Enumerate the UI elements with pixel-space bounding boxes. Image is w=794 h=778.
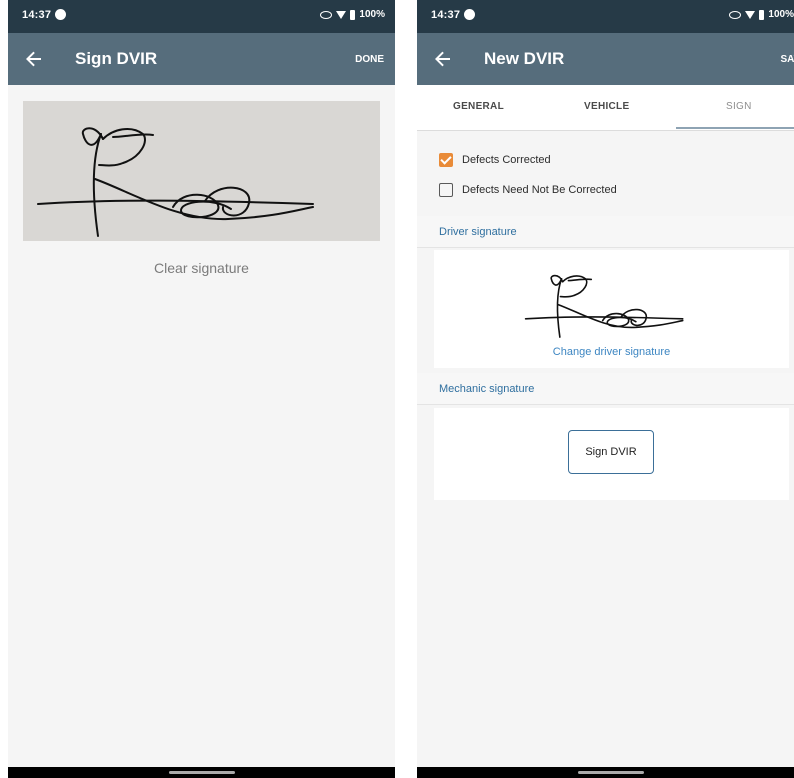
status-time: 14:37: [22, 9, 52, 21]
checkbox-label: Defects Need Not Be Corrected: [462, 184, 617, 196]
defects-corrected-checkbox[interactable]: Defects Corrected: [439, 153, 551, 167]
tab-bar: GENERAL VEHICLE SIGN: [417, 85, 794, 131]
page-title: New DVIR: [484, 49, 565, 68]
clear-signature-link[interactable]: Clear signature: [8, 260, 395, 276]
home-handle[interactable]: [168, 771, 235, 774]
home-handle[interactable]: [577, 771, 644, 774]
battery-percent: 100%: [768, 9, 794, 20]
new-dvir-screen: 14:37 100% New DVIR SAVE GENERAL VEHICLE…: [417, 0, 794, 778]
tab-indicator: [676, 127, 794, 129]
app-bar: Sign DVIR DONE: [8, 33, 395, 85]
app-status-icon: [55, 9, 66, 20]
signature-drawing: [37, 127, 314, 237]
save-button[interactable]: SAVE: [781, 54, 794, 65]
page-title: Sign DVIR: [75, 49, 158, 68]
eye-icon: [320, 10, 333, 19]
app-bar: New DVIR SAVE: [417, 33, 794, 85]
app-status-icon: [464, 9, 475, 20]
checkbox-checked-icon[interactable]: [439, 153, 453, 167]
wifi-icon: [745, 10, 756, 19]
tab-general[interactable]: GENERAL: [453, 101, 504, 112]
status-time: 14:37: [431, 9, 461, 21]
battery-percent: 100%: [359, 9, 385, 20]
defects-need-not-be-corrected-checkbox[interactable]: Defects Need Not Be Corrected: [439, 183, 617, 197]
tab-vehicle[interactable]: VEHICLE: [584, 101, 629, 112]
mechanic-signature-card: Sign DVIR: [434, 408, 789, 500]
signature-pad[interactable]: [23, 101, 380, 241]
battery-icon: [350, 9, 356, 20]
checkbox-label: Defects Corrected: [462, 154, 551, 166]
eye-icon: [729, 10, 742, 19]
system-nav-bar: [417, 767, 794, 778]
back-arrow-icon[interactable]: [22, 47, 46, 71]
status-indicators: 100%: [729, 9, 794, 20]
change-driver-signature-link[interactable]: Change driver signature: [434, 346, 789, 358]
wifi-icon: [336, 10, 347, 19]
battery-icon: [759, 9, 765, 20]
done-button[interactable]: DONE: [355, 54, 384, 65]
checkbox-empty-icon[interactable]: [439, 183, 453, 197]
driver-signature-heading: Driver signature: [417, 216, 794, 248]
driver-signature-card: Change driver signature: [434, 250, 789, 368]
status-bar: 14:37 100%: [8, 0, 395, 33]
sign-dvir-button[interactable]: Sign DVIR: [568, 430, 654, 474]
status-bar: 14:37 100%: [417, 0, 794, 33]
system-nav-bar: [8, 767, 395, 778]
tab-sign[interactable]: SIGN: [726, 101, 752, 112]
back-arrow-icon[interactable]: [431, 47, 455, 71]
sign-dvir-screen: 14:37 100% Sign DVIR DONE Clear signatur…: [8, 0, 395, 778]
mechanic-signature-heading: Mechanic signature: [417, 373, 794, 405]
driver-signature-image: [524, 274, 684, 338]
status-indicators: 100%: [320, 9, 385, 20]
